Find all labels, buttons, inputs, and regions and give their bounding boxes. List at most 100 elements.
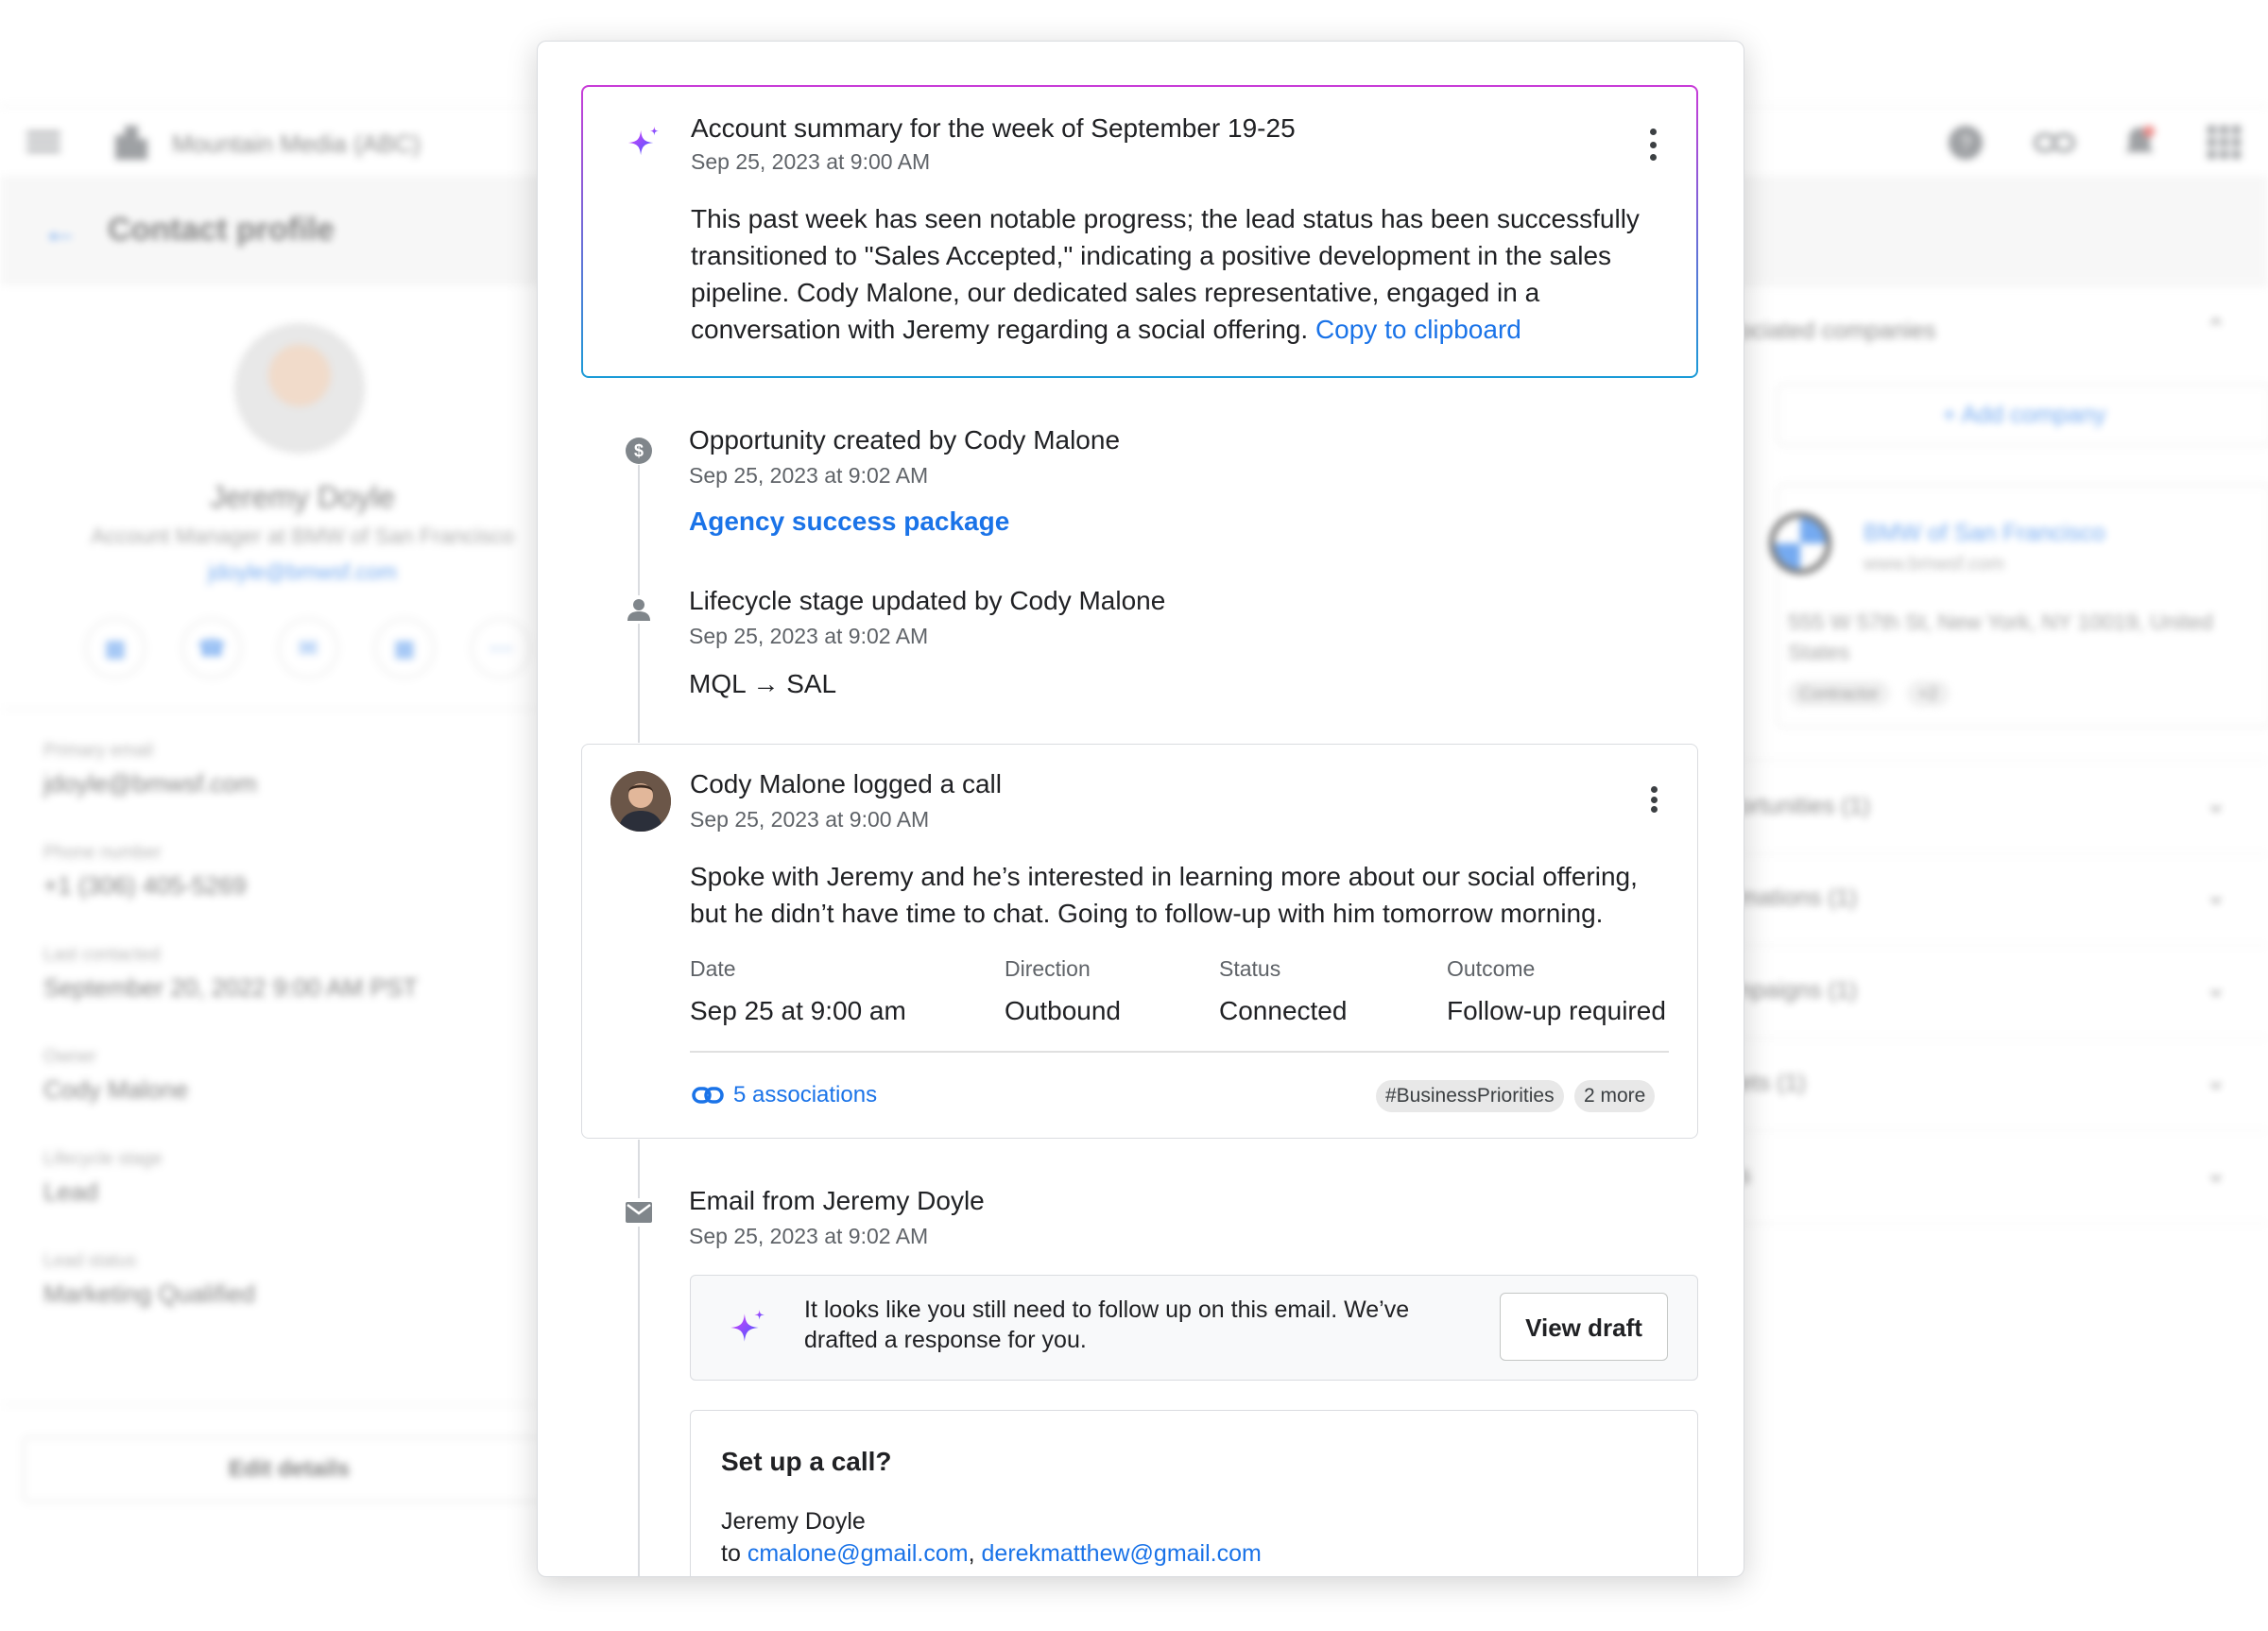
contact-name: Jeremy Doyle: [210, 480, 395, 514]
associations-link[interactable]: 5 associations: [692, 1082, 877, 1108]
contact-role: Account Manager at BMW of San Francisco: [91, 524, 514, 548]
recipient-derekmatthew[interactable]: derekmatthew@gmail.com: [982, 1540, 1262, 1567]
chevron-up-icon[interactable]: ⌃: [2206, 314, 2226, 343]
field-phone-number: Phone number +1 (306) 405-5269: [43, 843, 247, 900]
chevron-down-icon: ⌄: [2206, 789, 2226, 817]
draft-subject: Set up a call?: [721, 1447, 892, 1476]
more-tags-chip[interactable]: 2 more: [1574, 1080, 1656, 1112]
company-logo: [1769, 512, 1831, 575]
chat-icon[interactable]: ▩: [85, 618, 146, 678]
divider: [0, 709, 539, 710]
field-last-contacted: Last contacted September 20, 2022 9:00 AM…: [43, 945, 419, 1002]
section-campaigns[interactable]: npaigns (1) ⌄: [1739, 945, 2268, 1039]
call-status-value: Connected: [1219, 996, 1348, 1025]
back-arrow-icon[interactable]: ←: [42, 210, 79, 252]
call-title: Cody Malone logged a call: [690, 769, 1002, 798]
lifecycle-title: Lifecycle stage updated by Cody Malone: [689, 586, 1166, 615]
call-card: Cody Malone logged a call Sep 25, 2023 a…: [581, 744, 1698, 1139]
section-tickets[interactable]: ets (1) ⌄: [1739, 1038, 2268, 1131]
call-more-icon[interactable]: [1650, 786, 1658, 813]
contact-email[interactable]: jdoyle@bmwsf.com: [0, 559, 605, 585]
summary-title: Account summary for the week of Septembe…: [691, 113, 1296, 143]
calendar-icon[interactable]: ▦: [374, 618, 435, 678]
ai-draft-suggestion: It looks like you still need to follow u…: [690, 1275, 1698, 1381]
chevron-down-icon: ⌄: [2206, 1066, 2226, 1094]
lifecycle-change: MQL → SAL: [689, 669, 837, 698]
associated-companies-title: ociated companies: [1739, 318, 1936, 344]
contact-avatar: [234, 323, 365, 454]
section-automations[interactable]: mations (1) ⌄: [1739, 852, 2268, 946]
call-date-label: Date: [690, 956, 736, 981]
notifications-icon[interactable]: [2121, 124, 2158, 162]
summary-body: This past week has seen notable progress…: [691, 200, 1664, 348]
add-company-button[interactable]: + Add company: [1777, 384, 2268, 446]
field-owner: Owner Cody Malone: [43, 1047, 189, 1104]
copy-to-clipboard-link[interactable]: Copy to clipboard: [1315, 315, 1521, 344]
company-tag: Contractor: [1788, 680, 1891, 707]
recipient-cmalone[interactable]: cmalone@gmail.com: [747, 1540, 969, 1567]
section-opportunities[interactable]: ortunities (1) ⌄: [1739, 760, 2268, 854]
opportunity-title: Opportunity created by Cody Malone: [689, 425, 1121, 455]
lifecycle-timestamp: Sep 25, 2023 at 9:02 AM: [689, 624, 929, 648]
associations-panel: ociated companies ⌃ + Add company BMW of…: [1739, 285, 2268, 1230]
ai-sparkle-icon: [730, 1310, 765, 1342]
summary-more-icon[interactable]: [1649, 129, 1657, 161]
call-timestamp: Sep 25, 2023 at 9:00 AM: [690, 807, 930, 832]
view-draft-button[interactable]: View draft: [1500, 1293, 1668, 1361]
company-address: 555 W 57th St, New York, NY 10019, Unite…: [1788, 609, 2213, 664]
link-icon[interactable]: [2032, 124, 2077, 162]
ai-sparkle-icon: [627, 126, 660, 156]
card-divider: [690, 1051, 1669, 1053]
dollar-icon: $: [625, 437, 653, 465]
company-card[interactable]: BMW of San Francisco www.bmwsf.com 555 W…: [1769, 484, 2268, 728]
page-title: Contact profile: [108, 212, 335, 248]
field-primary-email: Primary email jdoyle@bmwsf.com: [43, 741, 257, 798]
call-outcome-label: Outcome: [1447, 956, 1536, 981]
chevron-down-icon: ⌄: [2206, 1159, 2226, 1187]
menu-icon[interactable]: [26, 131, 60, 152]
section-other[interactable]: s ⌄: [1739, 1130, 2268, 1224]
svg-text:?: ?: [1960, 131, 1971, 155]
phone-icon[interactable]: ☎: [181, 618, 242, 678]
ai-suggestion-text: It looks like you still need to follow u…: [804, 1296, 1410, 1353]
cody-malone-avatar: [610, 771, 671, 832]
envelope-icon: [625, 1198, 653, 1227]
company-extra-tag: +2: [1907, 680, 1950, 707]
recipient-separator: ,: [968, 1540, 975, 1567]
opportunity-link[interactable]: Agency success package: [689, 506, 1009, 537]
org-name[interactable]: Mountain Media (ABC): [172, 129, 421, 159]
draft-recipients: to cmalone@gmail.com, derekmatthew@gmail…: [721, 1540, 1262, 1568]
person-icon: [625, 595, 653, 624]
field-lead-status: Lead status Marketing Qualified: [43, 1251, 255, 1308]
call-body: Spoke with Jeremy and he’s interested in…: [690, 862, 1638, 928]
chevron-down-icon: ⌄: [2206, 973, 2226, 1002]
company-url: www.bmwsf.com: [1864, 554, 2004, 575]
activity-timeline-panel: Account summary for the week of Septembe…: [537, 41, 1744, 1577]
call-direction-label: Direction: [1005, 956, 1091, 981]
draft-from: Jeremy Doyle: [721, 1508, 866, 1535]
divider: [0, 1404, 539, 1405]
hashtag-chip[interactable]: #BusinessPriorities: [1376, 1080, 1564, 1112]
ai-summary-card: Account summary for the week of Septembe…: [581, 85, 1698, 378]
company-name[interactable]: BMW of San Francisco: [1864, 520, 2105, 547]
edit-details-button[interactable]: Edit details: [23, 1436, 556, 1502]
chevron-down-icon: ⌄: [2206, 881, 2226, 909]
email-icon[interactable]: ✉: [278, 618, 338, 678]
more-icon[interactable]: ⋯: [471, 618, 531, 678]
call-direction-value: Outbound: [1005, 996, 1121, 1025]
help-icon[interactable]: ?: [1947, 124, 1984, 162]
draft-to-prefix: to: [721, 1540, 741, 1567]
link-icon: [692, 1087, 724, 1104]
call-date-value: Sep 25 at 9:00 am: [690, 996, 906, 1025]
opportunity-timestamp: Sep 25, 2023 at 9:02 AM: [689, 463, 929, 488]
apps-grid-icon[interactable]: [2206, 124, 2243, 162]
call-outcome-value: Follow-up required: [1447, 996, 1666, 1025]
associations-label: 5 associations: [733, 1082, 878, 1107]
email-title: Email from Jeremy Doyle: [689, 1186, 985, 1215]
email-timestamp: Sep 25, 2023 at 9:02 AM: [689, 1224, 929, 1248]
building-icon: [115, 126, 147, 160]
field-lifecycle-stage: Lifecycle stage Lead: [43, 1149, 163, 1206]
draft-email-card[interactable]: Set up a call? Jeremy Doyle to cmalone@g…: [690, 1410, 1698, 1576]
contact-sidebar: Jeremy Doyle Account Manager at BMW of S…: [0, 285, 556, 1533]
summary-timestamp: Sep 25, 2023 at 9:00 AM: [691, 149, 931, 174]
